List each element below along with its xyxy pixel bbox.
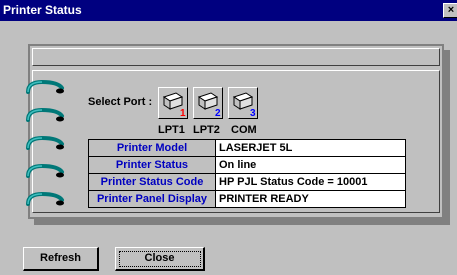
printer-model-label: Printer Model	[88, 139, 216, 157]
table-row: Printer Status On line	[88, 156, 406, 174]
printer-panel-display-label: Printer Panel Display	[88, 190, 216, 208]
printer-status-code-value: HP PJL Status Code = 10001	[215, 173, 406, 191]
spiral-ring-icon	[26, 163, 64, 178]
spiral-ring-icon	[26, 79, 64, 94]
printer-model-value: LASERJET 5L	[215, 139, 406, 157]
printer-icon: 2	[197, 92, 221, 119]
printer-info-table: Printer Model LASERJET 5L Printer Status…	[88, 139, 406, 208]
select-port-label: Select Port :	[88, 96, 153, 108]
printer-status-value: On line	[215, 156, 406, 174]
printer-icon: 3	[232, 92, 256, 119]
close-window-button[interactable]: ×	[443, 3, 457, 18]
title-bar[interactable]: Printer Status ×	[0, 0, 457, 21]
port-lpt1-button[interactable]: 1	[158, 87, 188, 119]
port-com-button[interactable]: 3	[228, 87, 258, 119]
port-name-lpt2: LPT2	[193, 124, 220, 136]
notebook-top-strip	[32, 48, 440, 66]
refresh-button-label: Refresh	[40, 252, 81, 264]
printer-panel-display-value: PRINTER READY	[215, 190, 406, 208]
refresh-button[interactable]: Refresh	[23, 247, 99, 271]
close-icon: ×	[447, 4, 455, 16]
port-number-1: 1	[180, 108, 186, 118]
close-button[interactable]: Close	[115, 247, 205, 271]
table-row: Printer Model LASERJET 5L	[88, 139, 406, 157]
port-name-lpt1: LPT1	[158, 124, 185, 136]
printer-status-label: Printer Status	[88, 156, 216, 174]
printer-status-code-label: Printer Status Code	[88, 173, 216, 191]
table-row: Printer Status Code HP PJL Status Code =…	[88, 173, 406, 191]
table-row: Printer Panel Display PRINTER READY	[88, 190, 406, 208]
close-button-label: Close	[144, 252, 175, 264]
port-lpt2-button[interactable]: 2	[193, 87, 223, 119]
window-title: Printer Status	[3, 3, 82, 17]
printer-status-window: Printer Status × Select Port : 1 2 3 LPT…	[0, 0, 457, 275]
port-number-2: 2	[215, 108, 221, 118]
printer-icon: 1	[162, 92, 186, 119]
spiral-ring-icon	[26, 191, 64, 206]
port-name-com: COM	[231, 124, 257, 136]
port-number-3: 3	[250, 108, 256, 118]
spiral-ring-icon	[26, 135, 64, 150]
spiral-ring-icon	[26, 107, 64, 122]
